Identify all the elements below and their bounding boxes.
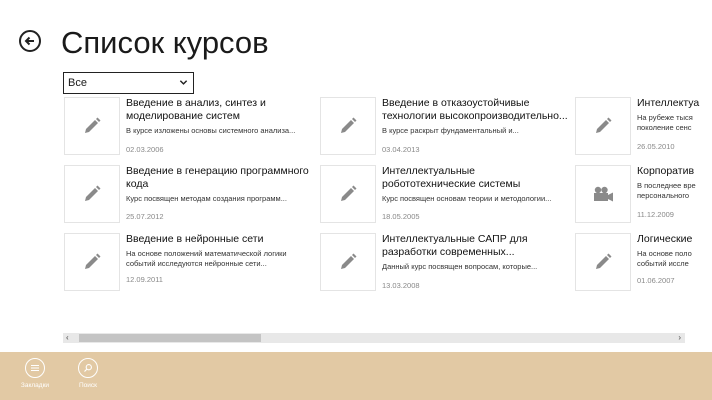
course-tile[interactable]: Введение в отказоустойчивые технологии в… [320,97,570,157]
course-description-line2: персонального [637,191,690,200]
pencil-icon [85,185,101,201]
course-date: 01.06.2007 [637,276,675,285]
course-description: На основе поло [637,249,692,258]
video-camera-icon [594,186,613,202]
back-arrow-icon [24,36,34,46]
course-date: 18.05.2005 [382,212,420,221]
course-thumbnail [64,233,120,291]
course-thumbnail [575,165,631,223]
course-description: В последнее вре [637,181,696,190]
course-description: Данный курс посвящен вопросам, которые..… [382,262,538,271]
course-title: Логические [637,233,693,245]
course-date: 03.04.2013 [382,145,420,154]
course-description: На основе положений математической логик… [126,249,287,268]
course-tile[interactable]: Введение в генерацию программного кода К… [64,165,314,225]
course-description: В курсе раскрыт фундаментальный и... [382,126,519,135]
course-tile[interactable]: Интеллектуальные САПР для разработки сов… [320,233,570,293]
course-title: Введение в анализ, синтез и моделировани… [126,97,266,122]
bookmarks-button[interactable]: Закладки [15,358,55,389]
search-button[interactable]: Поиск [68,358,108,389]
horizontal-scrollbar[interactable]: ‹ › [63,333,685,343]
search-icon [78,358,98,378]
course-tile[interactable]: Введение в анализ, синтез и моделировани… [64,97,314,157]
course-date: 11.12.2009 [637,210,674,219]
course-description-line2: событий иссле [637,259,689,268]
search-label: Поиск [78,382,97,389]
page-title: Список курсов [61,25,269,60]
course-date: 12.09.2011 [126,275,163,284]
course-tile[interactable]: Введение в нейронные сети На основе поло… [64,233,314,293]
course-thumbnail [64,97,120,155]
scrollbar-thumb[interactable] [79,334,261,342]
bookmarks-label: Закладки [20,382,50,389]
course-description: Курс посвящен основам теории и методолог… [382,194,552,203]
course-thumbnail [320,97,376,155]
course-tile[interactable]: Корпоратив В последнее вре персонального… [575,165,712,225]
scroll-left-arrow-icon[interactable]: ‹ [66,333,69,343]
pencil-icon [341,253,357,269]
course-date: 02.03.2006 [126,145,164,154]
course-thumbnail [320,165,376,223]
course-date: 25.07.2012 [126,212,164,221]
course-thumbnail [575,97,631,155]
course-date: 13.03.2008 [382,281,420,290]
course-thumbnail [320,233,376,291]
course-thumbnail [575,233,631,291]
course-title: Введение в нейронные сети [126,233,264,245]
course-date: 26.05.2010 [637,142,675,151]
course-thumbnail [64,165,120,223]
pencil-icon [85,253,101,269]
filter-selected-value: Все [68,77,87,89]
course-description: В курсе изложены основы системного анали… [126,126,296,135]
pencil-icon [596,253,612,269]
course-title: Интеллектуальные робототехнические систе… [382,165,521,190]
course-description-line2: поколение сенс [637,123,692,132]
course-title: Интеллектуа [637,97,700,109]
course-tile[interactable]: Интеллектуальные робототехнические систе… [320,165,570,225]
pencil-icon [596,117,612,133]
course-title: Корпоратив [637,165,695,177]
app-bar: Закладки Поиск [0,352,712,400]
scroll-right-arrow-icon[interactable]: › [678,333,681,343]
pencil-icon [85,117,101,133]
course-title: Введение в генерацию программного кода [126,165,309,190]
bookmarks-icon [25,358,45,378]
course-title: Интеллектуальные САПР для разработки сов… [382,233,528,258]
course-description: На рубеже тыся [637,113,693,122]
chevron-down-icon [179,80,188,85]
course-description: Курс посвящен методам создания программ.… [126,194,287,203]
course-title: Введение в отказоустойчивые технологии в… [382,97,568,122]
pencil-icon [341,185,357,201]
category-filter-select[interactable]: Все [63,72,194,94]
course-tile[interactable]: Интеллектуа На рубеже тыся поколение сен… [575,97,712,157]
course-tile[interactable]: Логические На основе поло событий иссле … [575,233,712,293]
pencil-icon [341,117,357,133]
back-button[interactable] [19,30,41,52]
